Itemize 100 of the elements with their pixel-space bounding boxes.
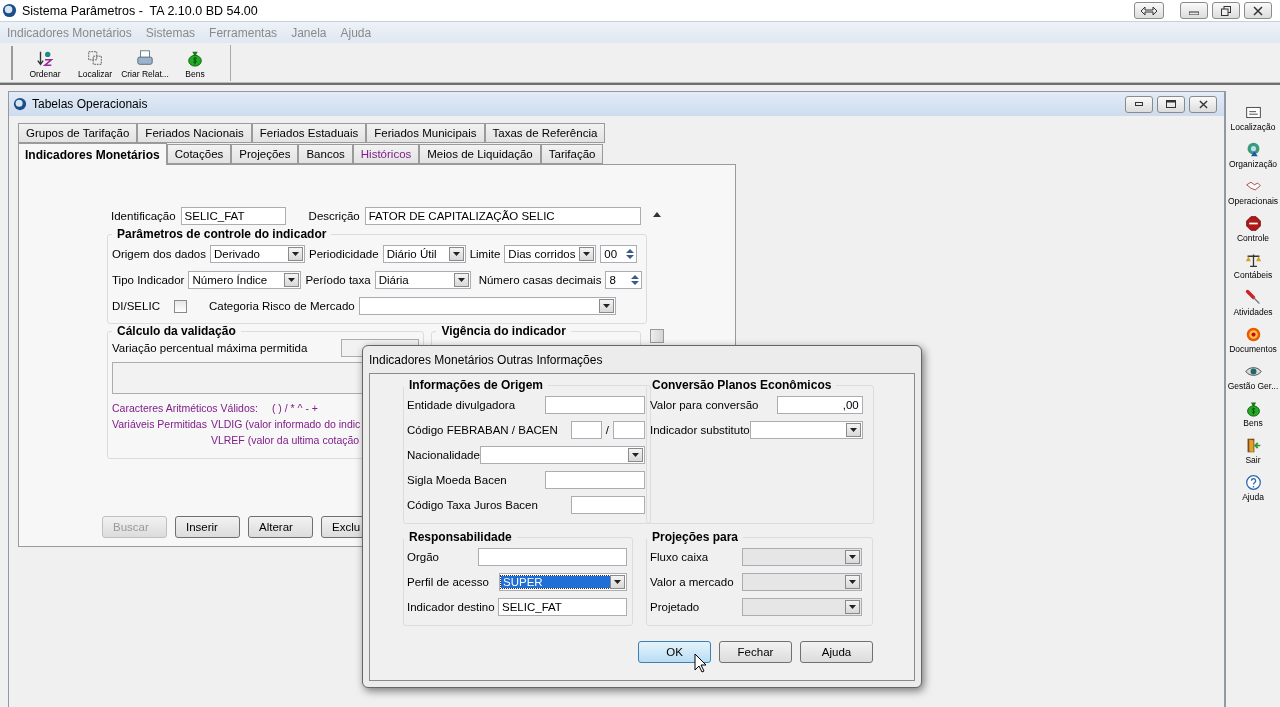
field-label: Indicador destino (407, 600, 495, 613)
button[interactable]: Ajuda (800, 641, 873, 663)
dropdown-field[interactable]: Diário Útil (382, 245, 466, 263)
dropdown-field[interactable]: Diária (374, 271, 471, 289)
field-label: Variação percentual máxima permitida (112, 342, 308, 354)
sidebar-button[interactable]: Documentos (1227, 321, 1279, 358)
switch-button[interactable] (1134, 2, 1164, 19)
toolbar-button[interactable]: Bens (170, 44, 220, 81)
tab[interactable]: Feriados Estaduais (251, 123, 367, 143)
sidebar-button[interactable]: Ajuda (1227, 469, 1279, 506)
tab[interactable]: Bancos (298, 144, 353, 164)
sidebar-button[interactable]: Localização (1227, 99, 1279, 136)
tab[interactable]: Históricos (352, 144, 420, 164)
toolbar-button[interactable]: Ordenar (20, 44, 70, 81)
field-label: Categoria Risco de Mercado (208, 300, 355, 312)
caret-icon (457, 278, 465, 282)
field-label: Valor para conversão (650, 398, 759, 411)
maximize-icon (1166, 100, 1176, 108)
group-title: Cálculo da validação (116, 324, 237, 338)
sidebar-button[interactable]: Contábeis (1227, 247, 1279, 284)
close-button[interactable] (1189, 95, 1217, 113)
button[interactable]: OK (638, 641, 711, 663)
caret-icon (614, 579, 621, 584)
field-label: Orgão (407, 550, 439, 563)
input-field[interactable] (544, 470, 645, 489)
sidebar-button[interactable]: Bens (1227, 395, 1279, 432)
sidebar-button[interactable]: Operacionais (1227, 173, 1279, 210)
input-field[interactable] (478, 547, 627, 566)
dropdown-field[interactable] (749, 420, 863, 439)
dropdown-field[interactable]: Derivado (209, 245, 305, 263)
input-field[interactable] (570, 420, 602, 439)
tab[interactable]: Grupos de Tarifação (18, 123, 138, 143)
tab[interactable]: Indicadores Monetários (18, 143, 167, 165)
sidebar-button[interactable]: Gestão Ger... (1227, 358, 1279, 395)
printer-icon (136, 48, 154, 67)
checkbox[interactable] (173, 299, 187, 313)
tab[interactable]: Taxas de Referência (484, 123, 606, 143)
tab[interactable]: Feriados Nacionais (137, 123, 252, 143)
tab[interactable]: Meios de Liquidação (419, 144, 541, 164)
stop-sign-icon (1244, 214, 1262, 232)
field-label: Projetado (650, 600, 700, 613)
field-label: Nacionalidade (407, 448, 480, 461)
input-field[interactable]: ,00 (776, 395, 863, 414)
hint-text: VLREF (valor da ultima cotação (210, 433, 361, 448)
input-field[interactable] (544, 395, 645, 414)
app-icon (13, 97, 27, 111)
screwdriver-icon (1244, 288, 1262, 306)
group-title: Projeções para (651, 530, 740, 544)
window-title: Sistema Parâmetros - TA 2.10.0 BD 54.00 (22, 3, 258, 18)
minimize-icon (1135, 102, 1143, 106)
close-button[interactable] (1244, 2, 1272, 19)
group-title: Responsabilidade (408, 530, 513, 544)
input-field[interactable]: SELIC_FAT (498, 597, 627, 616)
tab[interactable]: Cotações (166, 144, 232, 164)
caret-icon (452, 252, 460, 256)
sidebar-button[interactable]: Atividades (1227, 284, 1279, 321)
tab[interactable]: Tarifação (540, 144, 604, 164)
group-title: Conversão Planos Econômicos (651, 378, 833, 392)
close-icon (1253, 5, 1263, 16)
button[interactable]: Fechar (719, 641, 792, 663)
caret-icon (602, 304, 610, 308)
field-label: Número casas decimais (478, 274, 602, 286)
field-label: Código Taxa Juros Bacen (407, 498, 538, 511)
scroll-up-icon[interactable] (653, 212, 661, 217)
dropdown-field[interactable]: SUPER (499, 572, 627, 591)
scroll-thumb[interactable] (650, 329, 664, 343)
button[interactable]: Inserir (175, 516, 240, 538)
dropdown-field[interactable]: Dias corridos (504, 245, 597, 263)
tab[interactable]: Projeções (231, 144, 299, 164)
toolbar-button[interactable]: Criar Relat... (120, 44, 170, 81)
field-label: Perfil de acesso (407, 575, 489, 588)
separator: / (605, 423, 609, 436)
input-field[interactable]: SELIC_FAT (180, 207, 286, 225)
caret-icon (849, 554, 856, 559)
toolbar-button[interactable]: Localizar (70, 44, 120, 81)
field-label: DI/SELIC (112, 300, 160, 312)
group-title: Informações de Origem (408, 378, 545, 392)
target-icon (1244, 325, 1262, 343)
spin-field[interactable]: 8 (605, 271, 643, 289)
tab[interactable]: Feriados Municipais (366, 123, 485, 143)
restore-icon (1221, 5, 1231, 16)
cursor-icon (694, 653, 707, 673)
sidebar-button[interactable]: Organização (1227, 136, 1279, 173)
input-field[interactable]: FATOR DE CAPITALIZAÇÃO SELIC (364, 207, 641, 225)
sidebar-button[interactable]: Controle (1227, 210, 1279, 247)
caret-icon (288, 278, 296, 282)
hint-label: Caracteres Aritméticos Válidos: (112, 401, 258, 416)
button[interactable]: Alterar (248, 516, 313, 538)
maximize-button[interactable] (1157, 95, 1185, 113)
dropdown-field[interactable] (358, 297, 616, 315)
dropdown-field[interactable] (479, 445, 645, 464)
spin-field[interactable]: 00 (600, 245, 638, 263)
dropdown-field[interactable]: Número Índice (188, 271, 302, 289)
caret-icon (583, 252, 591, 256)
minimize-button[interactable] (1125, 95, 1153, 113)
input-field[interactable] (570, 495, 645, 514)
input-field[interactable] (612, 420, 645, 439)
restore-button[interactable] (1212, 2, 1240, 19)
caret-icon (849, 579, 856, 584)
sidebar-button[interactable]: Sair (1227, 432, 1279, 469)
